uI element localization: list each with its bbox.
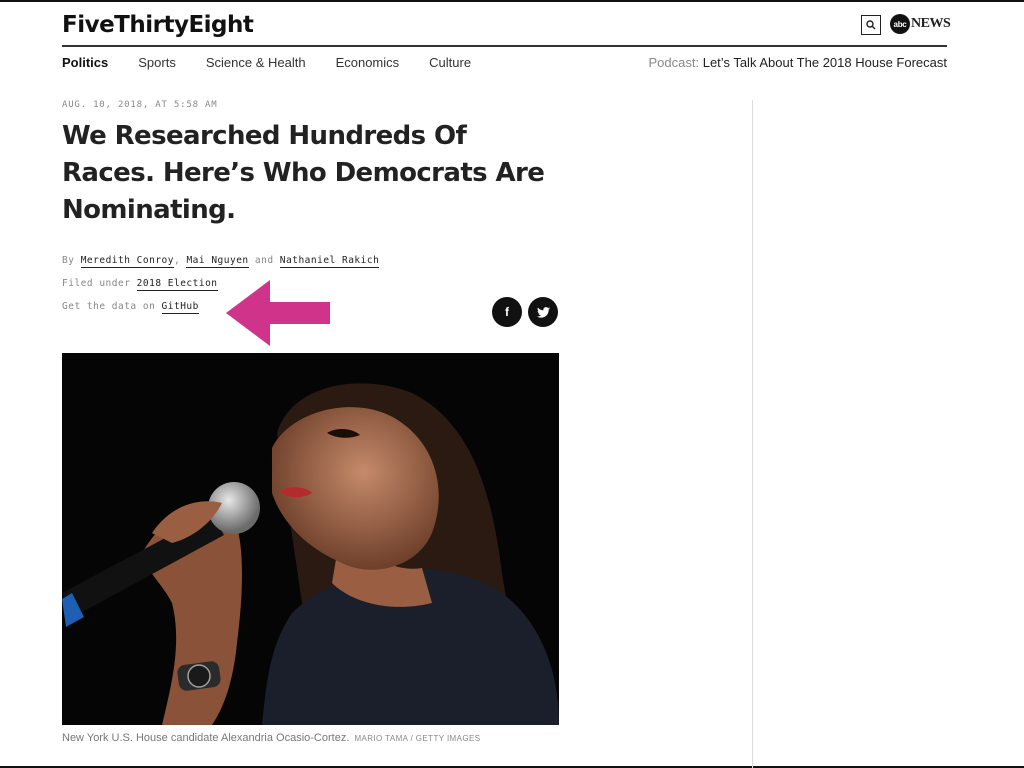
abc-badge: abc: [890, 14, 910, 34]
data-prefix: Get the data on: [62, 301, 156, 312]
abc-news-logo[interactable]: abc NEWS: [890, 14, 951, 34]
podcast-label: Podcast:: [648, 55, 700, 70]
podcast-title: Let’s Talk About The 2018 House Forecast: [702, 55, 947, 70]
filed-under: Filed under 2018 Election: [62, 278, 218, 291]
search-icon: [866, 20, 876, 30]
filed-prefix: Filed under: [62, 278, 131, 289]
nav-item-culture[interactable]: Culture: [429, 55, 471, 70]
github-link[interactable]: GitHub: [161, 301, 199, 314]
header-rule: [62, 45, 947, 47]
byline-prefix: By: [62, 255, 75, 266]
author-link[interactable]: Meredith Conroy: [80, 255, 174, 268]
byline: By Meredith Conroy, Mai Nguyen and Natha…: [62, 255, 380, 268]
article-header: AUG. 10, 2018, AT 5:58 AM We Researched …: [62, 100, 562, 229]
nav-item-economics[interactable]: Economics: [336, 55, 400, 70]
article-headline: We Researched Hundreds Of Races. Here’s …: [62, 121, 545, 225]
byline-separator: ,: [173, 255, 181, 266]
twitter-share-button[interactable]: [528, 297, 558, 327]
nav-item-sports[interactable]: Sports: [138, 55, 176, 70]
social-share: f: [492, 297, 558, 327]
photo-caption: New York U.S. House candidate Alexandria…: [62, 732, 480, 744]
lead-photo: [62, 353, 559, 725]
author-link[interactable]: Mai Nguyen: [186, 255, 249, 268]
facebook-share-button[interactable]: f: [492, 297, 522, 327]
photo-credit: MARIO TAMA / GETTY IMAGES: [354, 734, 481, 743]
twitter-icon: [536, 306, 550, 318]
abc-news-wordmark: NEWS: [911, 16, 951, 31]
search-button[interactable]: [861, 15, 881, 35]
section-nav: Politics Sports Science & Health Economi…: [62, 55, 501, 70]
nav-item-science-health[interactable]: Science & Health: [206, 55, 306, 70]
byline-and: and: [254, 255, 274, 266]
podcast-link[interactable]: Podcast: Let’s Talk About The 2018 House…: [649, 55, 948, 70]
site-logo[interactable]: FiveThirtyEight: [62, 12, 254, 38]
portrait-illustration: [62, 353, 559, 725]
facebook-icon: f: [505, 305, 509, 319]
author-link[interactable]: Nathaniel Rakich: [279, 255, 380, 268]
nav-item-politics[interactable]: Politics: [62, 55, 108, 70]
tag-link[interactable]: 2018 Election: [136, 278, 218, 291]
pointer-arrow-icon: [226, 280, 330, 346]
caption-text: New York U.S. House candidate Alexandria…: [62, 732, 350, 744]
sidebar-divider: [752, 100, 753, 768]
article-dateline: AUG. 10, 2018, AT 5:58 AM: [62, 100, 218, 110]
data-source: Get the data on GitHub: [62, 301, 199, 314]
